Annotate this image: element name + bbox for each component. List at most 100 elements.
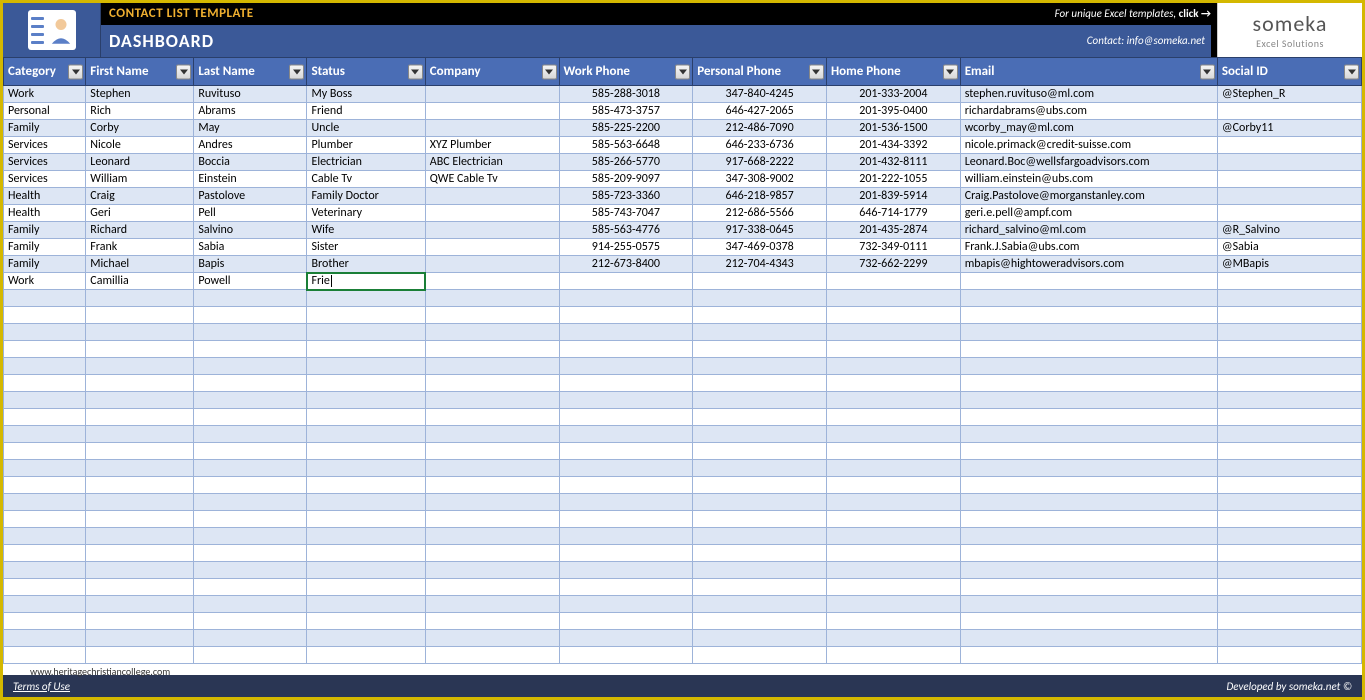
cell-first[interactable]: Nicole — [86, 137, 194, 154]
cell-empty[interactable] — [826, 630, 960, 647]
cell-empty[interactable] — [425, 579, 559, 596]
cell-empty[interactable] — [960, 375, 1217, 392]
filter-dropdown-icon[interactable] — [809, 64, 824, 79]
cell-empty[interactable] — [4, 494, 86, 511]
cell-empty[interactable] — [307, 409, 425, 426]
cell-empty[interactable] — [826, 528, 960, 545]
cell-status[interactable]: Friend — [307, 103, 425, 120]
cell-empty[interactable] — [4, 545, 86, 562]
cell-personal[interactable]: 347-469-0378 — [693, 239, 827, 256]
cell-empty[interactable] — [86, 409, 194, 426]
cell-empty[interactable] — [307, 358, 425, 375]
cell-first[interactable]: Richard — [86, 222, 194, 239]
cell-empty[interactable] — [1217, 358, 1361, 375]
cell-empty[interactable] — [1217, 511, 1361, 528]
cell-empty[interactable] — [194, 647, 307, 664]
cell-first[interactable]: Corby — [86, 120, 194, 137]
cell-empty[interactable] — [307, 426, 425, 443]
cell-empty[interactable] — [826, 579, 960, 596]
cell-empty[interactable] — [307, 579, 425, 596]
cell-empty[interactable] — [693, 307, 827, 324]
column-header-work-phone[interactable]: Work Phone — [559, 58, 693, 86]
cell-last[interactable]: Bapis — [194, 256, 307, 273]
column-header-home-phone[interactable]: Home Phone — [826, 58, 960, 86]
cell-empty[interactable] — [4, 630, 86, 647]
cell-empty[interactable] — [307, 528, 425, 545]
table-row-empty[interactable] — [4, 426, 1362, 443]
cell-empty[interactable] — [960, 307, 1217, 324]
cell-empty[interactable] — [826, 341, 960, 358]
cell-empty[interactable] — [194, 307, 307, 324]
table-row[interactable]: WorkCamilliaPowellFrie — [4, 273, 1362, 290]
table-row[interactable]: FamilyRichardSalvinoWife585-563-4776917-… — [4, 222, 1362, 239]
column-header-social-id[interactable]: Social ID — [1217, 58, 1361, 86]
cell-category[interactable]: Services — [4, 154, 86, 171]
cell-empty[interactable] — [826, 409, 960, 426]
cell-empty[interactable] — [826, 613, 960, 630]
cell-first[interactable]: Stephen — [86, 86, 194, 103]
cell-empty[interactable] — [693, 528, 827, 545]
cell-status[interactable]: Brother — [307, 256, 425, 273]
cell-email[interactable]: richardabrams@ubs.com — [960, 103, 1217, 120]
cell-empty[interactable] — [86, 511, 194, 528]
cell-empty[interactable] — [86, 562, 194, 579]
cell-empty[interactable] — [559, 579, 693, 596]
cell-empty[interactable] — [1217, 596, 1361, 613]
cell-empty[interactable] — [960, 460, 1217, 477]
cell-empty[interactable] — [960, 358, 1217, 375]
cell-empty[interactable] — [693, 290, 827, 307]
cell-empty[interactable] — [425, 392, 559, 409]
cell-empty[interactable] — [4, 443, 86, 460]
cell-empty[interactable] — [86, 358, 194, 375]
cell-work[interactable] — [559, 273, 693, 290]
cell-empty[interactable] — [194, 290, 307, 307]
column-header-personal-phone[interactable]: Personal Phone — [693, 58, 827, 86]
cell-last[interactable]: Powell — [194, 273, 307, 290]
column-header-company[interactable]: Company — [425, 58, 559, 86]
column-header-first-name[interactable]: First Name — [86, 58, 194, 86]
cell-work[interactable]: 585-209-9097 — [559, 171, 693, 188]
cell-empty[interactable] — [1217, 528, 1361, 545]
cell-empty[interactable] — [826, 477, 960, 494]
table-row-empty[interactable] — [4, 307, 1362, 324]
cell-social[interactable] — [1217, 154, 1361, 171]
cell-work[interactable]: 585-563-6648 — [559, 137, 693, 154]
table-row[interactable]: WorkStephenRuvitusoMy Boss585-288-301834… — [4, 86, 1362, 103]
cell-empty[interactable] — [693, 392, 827, 409]
cell-personal[interactable]: 212-704-4343 — [693, 256, 827, 273]
table-row[interactable]: ServicesLeonardBocciaElectricianABC Elec… — [4, 154, 1362, 171]
cell-empty[interactable] — [559, 375, 693, 392]
table-row-empty[interactable] — [4, 562, 1362, 579]
cell-empty[interactable] — [960, 324, 1217, 341]
cell-work[interactable]: 585-266-5770 — [559, 154, 693, 171]
cell-empty[interactable] — [4, 307, 86, 324]
cell-category[interactable]: Work — [4, 273, 86, 290]
cell-company[interactable] — [425, 256, 559, 273]
cell-empty[interactable] — [826, 307, 960, 324]
cell-empty[interactable] — [693, 341, 827, 358]
cell-personal[interactable]: 917-668-2222 — [693, 154, 827, 171]
cell-empty[interactable] — [559, 341, 693, 358]
table-row-empty[interactable] — [4, 630, 1362, 647]
cell-empty[interactable] — [307, 511, 425, 528]
cell-empty[interactable] — [425, 630, 559, 647]
cell-email[interactable]: stephen.ruvituso@ml.com — [960, 86, 1217, 103]
cell-personal[interactable]: 646-427-2065 — [693, 103, 827, 120]
cell-personal[interactable]: 646-233-6736 — [693, 137, 827, 154]
cell-empty[interactable] — [693, 358, 827, 375]
cell-empty[interactable] — [1217, 477, 1361, 494]
cell-work[interactable]: 585-563-4776 — [559, 222, 693, 239]
table-row-empty[interactable] — [4, 613, 1362, 630]
cell-empty[interactable] — [826, 511, 960, 528]
terms-link[interactable]: Terms of Use — [13, 680, 70, 693]
table-row-empty[interactable] — [4, 596, 1362, 613]
cell-social[interactable] — [1217, 188, 1361, 205]
filter-dropdown-icon[interactable] — [176, 64, 191, 79]
table-row-empty[interactable] — [4, 341, 1362, 358]
cell-empty[interactable] — [826, 460, 960, 477]
cell-empty[interactable] — [307, 562, 425, 579]
cell-category[interactable]: Family — [4, 256, 86, 273]
table-row-empty[interactable] — [4, 460, 1362, 477]
cell-empty[interactable] — [86, 290, 194, 307]
cell-empty[interactable] — [826, 426, 960, 443]
